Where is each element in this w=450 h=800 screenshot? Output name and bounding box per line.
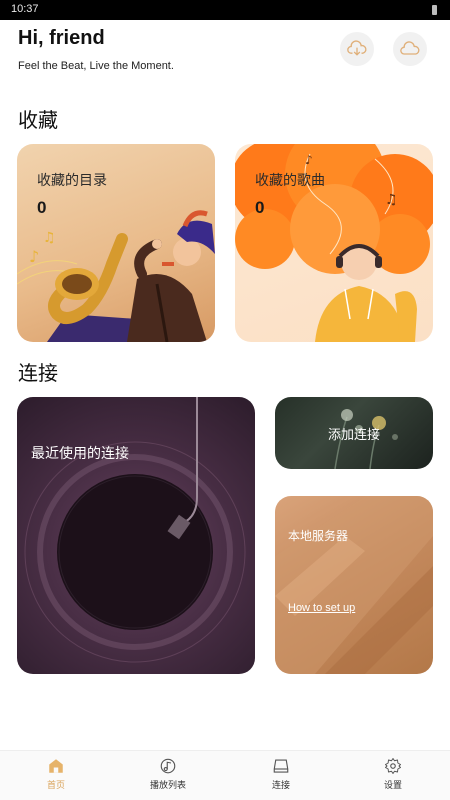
greeting-title: Hi, friend: [18, 27, 105, 49]
status-time: 10:37: [11, 3, 39, 15]
add-connection-label: 添加连接: [328, 428, 381, 443]
nav-home-label: 首页: [46, 781, 65, 791]
add-connection-card[interactable]: 添加连接: [275, 397, 433, 469]
nav-connections-label: 连接: [271, 781, 290, 791]
svg-text:♪: ♪: [29, 247, 39, 266]
cloud-download-icon: [347, 40, 367, 56]
cloud-download-button[interactable]: [340, 32, 374, 66]
favorite-dirs-card[interactable]: ♪ ♫ 收藏的目录 0: [17, 144, 215, 342]
favorite-songs-count: 0: [255, 198, 265, 217]
how-to-setup-link[interactable]: How to set up: [288, 602, 355, 614]
battery-icon: [432, 5, 437, 15]
cloud-button[interactable]: [393, 32, 427, 66]
favorite-dirs-count: 0: [37, 198, 47, 217]
svg-text:♪: ♪: [305, 153, 313, 167]
recent-connections-card[interactable]: 最近使用的连接: [17, 397, 255, 674]
drive-icon: [273, 759, 289, 773]
vinyl-record-illustration: [24, 397, 246, 663]
playlist-icon: [160, 758, 176, 774]
favorite-dirs-label: 收藏的目录: [37, 173, 107, 189]
favorites-title: 收藏: [18, 108, 58, 132]
connections-title: 连接: [18, 361, 58, 385]
nav-settings[interactable]: 设置: [353, 757, 433, 791]
local-server-card[interactable]: 本地服务器 How to set up: [275, 496, 433, 674]
settings-icon: [385, 758, 401, 774]
paper-texture: [275, 496, 433, 674]
tagline: Feel the Beat, Live the Moment.: [18, 60, 174, 72]
nav-connections[interactable]: 连接: [241, 757, 321, 791]
nav-playlist-label: 播放列表: [149, 781, 186, 791]
nav-playlist[interactable]: 播放列表: [128, 757, 208, 791]
favorite-songs-card[interactable]: ♫ ♪ 收藏的歌曲 0: [235, 144, 433, 342]
svg-text:♫: ♫: [43, 230, 56, 246]
recent-connections-label: 最近使用的连接: [31, 446, 129, 462]
bottom-nav: 首页 播放列表 连接 设置: [0, 750, 450, 800]
status-bar: 10:37: [0, 0, 450, 20]
favorite-songs-label: 收藏的歌曲: [255, 173, 325, 189]
svg-text:♫: ♫: [385, 192, 398, 208]
home-icon: [49, 759, 63, 773]
cloud-icon: [400, 41, 420, 55]
nav-settings-label: 设置: [383, 781, 402, 791]
local-server-label: 本地服务器: [288, 529, 349, 543]
nav-home[interactable]: 首页: [16, 757, 96, 791]
